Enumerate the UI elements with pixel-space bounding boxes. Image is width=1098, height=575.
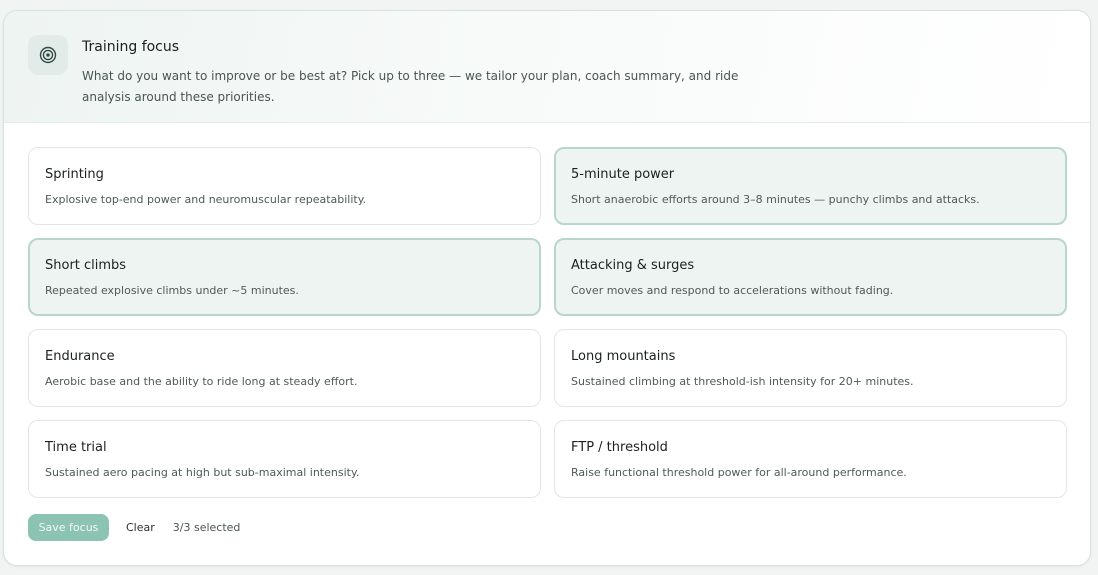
panel-description: What do you want to improve or be best a… [82,69,739,104]
focus-option-time-trial[interactable]: Time trial Sustained aero pacing at high… [28,420,541,498]
focus-option-description: Sustained aero pacing at high but sub-ma… [45,466,360,479]
clear-button[interactable]: Clear [126,521,155,534]
focus-option-sprinting[interactable]: Sprinting Explosive top-end power and ne… [28,147,541,225]
focus-option-description: Aerobic base and the ability to ride lon… [45,375,358,388]
training-focus-panel: Training focus What do you want to impro… [3,10,1091,566]
focus-option-title: Time trial [45,440,107,455]
focus-option-ftp-threshold[interactable]: FTP / threshold Raise functional thresho… [554,420,1067,498]
focus-option-description: Short anaerobic efforts around 3–8 minut… [571,193,980,206]
focus-option-endurance[interactable]: Endurance Aerobic base and the ability t… [28,329,541,407]
focus-option-attacking-surges[interactable]: Attacking & surges Cover moves and respo… [554,238,1067,316]
focus-option-title: Attacking & surges [571,258,695,273]
focus-option-description: Repeated explosive climbs under ~5 minut… [45,284,299,297]
focus-option-short-climbs[interactable]: Short climbs Repeated explosive climbs u… [28,238,541,316]
focus-option-description: Explosive top-end power and neuromuscula… [45,193,367,206]
focus-option-title: Sprinting [45,167,104,182]
target-icon [28,35,68,75]
selected-count: 3/3 selected [172,521,241,534]
action-bar: Save focus Clear 3/3 selected [28,514,240,541]
focus-options-grid: Sprinting Explosive top-end power and ne… [28,147,1067,498]
focus-option-description: Raise functional threshold power for all… [571,466,907,479]
focus-option-description: Sustained climbing at threshold-ish inte… [571,375,914,388]
focus-option-description: Cover moves and respond to accelerations… [571,284,894,297]
focus-option-title: 5-minute power [571,167,675,182]
focus-option-title: Endurance [45,349,115,364]
focus-option-5-minute-power[interactable]: 5-minute power Short anaerobic efforts a… [554,147,1067,225]
focus-option-long-mountains[interactable]: Long mountains Sustained climbing at thr… [554,329,1067,407]
focus-option-title: Short climbs [45,258,127,273]
focus-option-title: FTP / threshold [571,440,668,455]
save-focus-button[interactable]: Save focus [28,514,109,541]
focus-option-title: Long mountains [571,349,676,364]
panel-title: Training focus [82,39,180,55]
panel-header: Training focus What do you want to impro… [4,11,1090,123]
